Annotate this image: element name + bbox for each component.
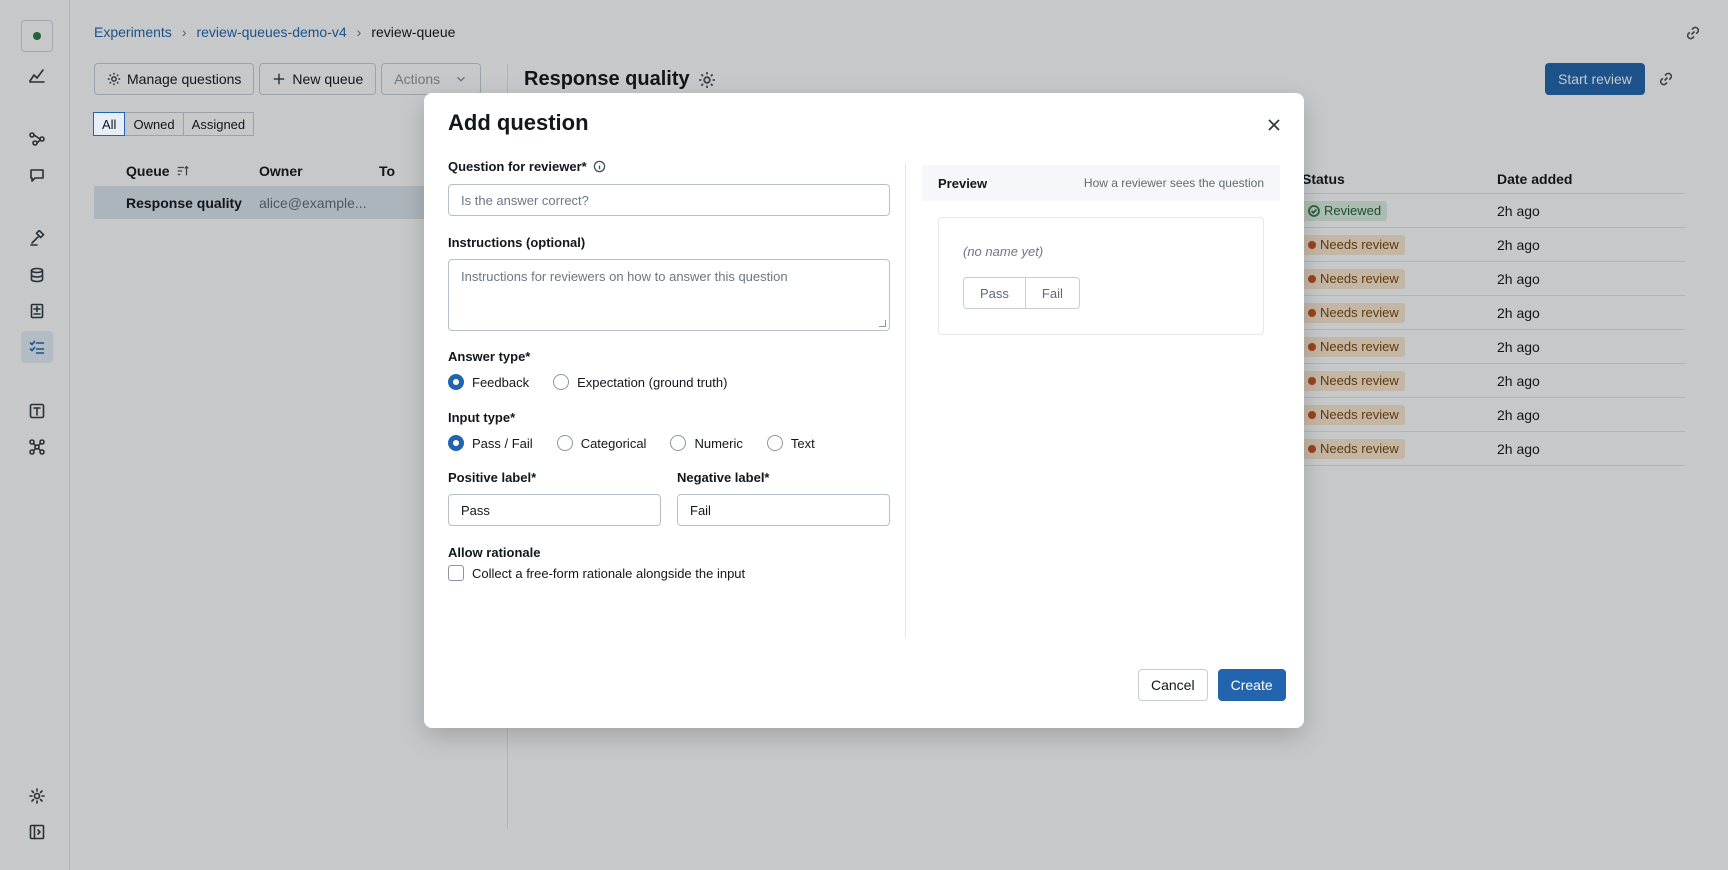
radio-button[interactable] [448, 374, 464, 390]
radio-button[interactable] [670, 435, 687, 451]
answer-type-group: Feedback Expectation (ground truth) [448, 374, 890, 390]
input-type-categorical[interactable]: Categorical [556, 435, 647, 451]
question-label: Question for reviewer* [448, 159, 890, 174]
info-icon[interactable] [593, 160, 606, 173]
input-type-pass-fail[interactable]: Pass / Fail [448, 435, 533, 451]
label-fields: Positive label* Pass Negative label* Fai… [448, 470, 890, 526]
positive-label-input[interactable]: Pass [448, 494, 661, 526]
radio-label: Expectation (ground truth) [577, 374, 728, 390]
preview-title: Preview [938, 175, 988, 191]
filter-all[interactable]: All [93, 112, 126, 136]
preview-header: Preview How a reviewer sees the question [922, 165, 1280, 201]
preview-subtitle: How a reviewer sees the question [1083, 176, 1264, 190]
negative-label-input[interactable]: Fail [677, 494, 890, 526]
positive-label: Positive label* [448, 470, 537, 485]
preview-fail-button: Fail [1024, 277, 1080, 309]
instructions-textarea[interactable]: Instructions for reviewers on how to ans… [448, 259, 890, 331]
question-input[interactable]: Is the answer correct? [448, 184, 890, 216]
add-question-dialog: Add question Question for reviewer* Is t… [424, 93, 1304, 728]
preview-card: (no name yet) Pass Fail [938, 217, 1264, 335]
dialog-title: Add question [448, 110, 589, 135]
rationale-checkbox-label: Collect a free-form rationale alongside … [472, 565, 746, 581]
cancel-button[interactable]: Cancel [1138, 669, 1208, 701]
dialog-divider [905, 163, 906, 638]
rationale-label: Allow rationale [448, 545, 541, 560]
radio-label: Categorical [580, 435, 647, 451]
question-label-text: Question for reviewer* [448, 159, 587, 174]
input-type-text[interactable]: Text [766, 435, 815, 451]
radio-button[interactable] [556, 435, 573, 451]
negative-label-group: Negative label* Fail [677, 470, 890, 526]
resize-handle[interactable] [879, 320, 886, 327]
answer-type-label: Answer type* [448, 349, 531, 364]
preview-question-name: (no name yet) [963, 244, 1044, 259]
rationale-checkbox[interactable] [448, 565, 464, 581]
radio-label: Pass / Fail [472, 435, 533, 451]
radio-label: Numeric [694, 435, 743, 451]
close-icon[interactable] [1262, 113, 1286, 137]
radio-label: Feedback [472, 374, 530, 390]
positive-label-group: Positive label* Pass [448, 470, 661, 526]
radio-button[interactable] [448, 435, 464, 451]
radio-button[interactable] [553, 374, 570, 390]
radio-button[interactable] [766, 435, 783, 451]
create-button[interactable]: Create [1217, 669, 1286, 701]
preview-answer-buttons: Pass Fail [963, 277, 1239, 309]
input-type-group: Pass / Fail Categorical Numeric Text [448, 435, 890, 451]
instructions-placeholder: Instructions for reviewers on how to ans… [461, 269, 788, 284]
question-form: Question for reviewer* Is the answer cor… [448, 159, 890, 581]
preview-pass-button: Pass [963, 277, 1026, 309]
instructions-label: Instructions (optional) [448, 235, 586, 250]
answer-type-feedback[interactable]: Feedback [448, 374, 529, 390]
answer-type-expectation[interactable]: Expectation (ground truth) [553, 374, 727, 390]
preview-panel: Preview How a reviewer sees the question… [922, 165, 1280, 335]
input-type-label: Input type* [448, 410, 516, 425]
dialog-footer: Cancel Create [1138, 669, 1286, 701]
rationale-checkbox-row[interactable]: Collect a free-form rationale alongside … [448, 565, 890, 581]
input-type-numeric[interactable]: Numeric [670, 435, 743, 451]
negative-label: Negative label* [677, 470, 770, 485]
radio-label: Text [790, 435, 815, 451]
